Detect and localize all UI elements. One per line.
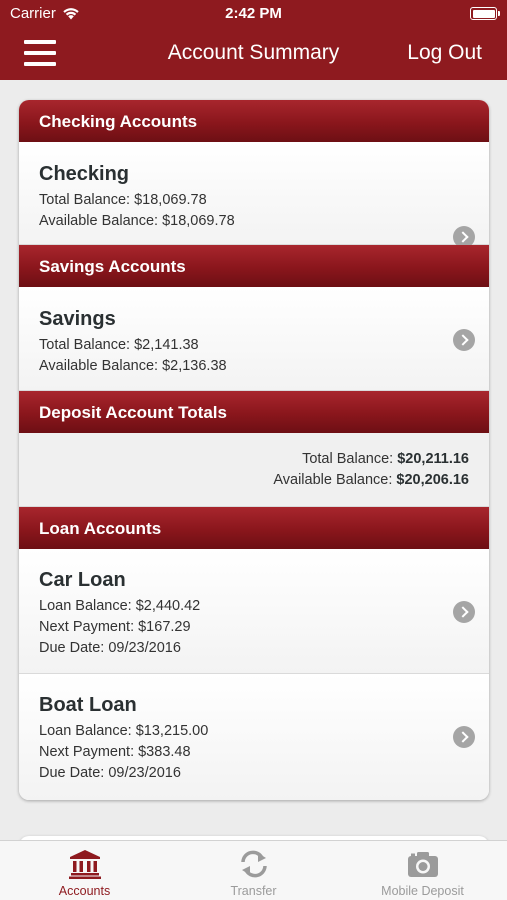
due-date: Due Date: 09/23/2016 <box>39 765 181 781</box>
available-balance: Available Balance: $2,136.38 <box>39 358 227 374</box>
section-header-totals: Deposit Account Totals <box>19 391 489 433</box>
account-row-boat-loan[interactable]: Boat Loan Loan Balance: $13,215.00 Next … <box>19 674 489 800</box>
accounts-card: Checking Accounts Checking Total Balance… <box>19 100 489 800</box>
totals-available-balance: Available Balance: $20,206.16 <box>273 472 469 488</box>
total-balance-value: $20,211.16 <box>397 451 469 467</box>
tab-label: Mobile Deposit <box>381 884 464 898</box>
account-row-car-loan[interactable]: Car Loan Loan Balance: $2,440.42 Next Pa… <box>19 549 489 674</box>
next-payment: Next Payment: $383.48 <box>39 744 191 760</box>
bank-icon <box>68 850 101 879</box>
tab-transfer[interactable]: Transfer <box>169 841 338 900</box>
chevron-right-icon[interactable] <box>453 329 475 351</box>
chevron-right-icon[interactable] <box>453 601 475 623</box>
total-balance-label: Total Balance: <box>302 451 394 467</box>
section-header-savings: Savings Accounts <box>19 245 489 287</box>
loan-name: Boat Loan <box>39 694 137 716</box>
tab-label: Accounts <box>58 884 111 898</box>
available-balance: Available Balance: $18,069.78 <box>39 213 235 229</box>
camera-icon <box>407 852 438 877</box>
available-balance-label: Available Balance: <box>273 472 393 488</box>
tab-accounts[interactable]: Accounts <box>0 841 169 900</box>
due-date: Due Date: 09/23/2016 <box>39 640 181 656</box>
transfer-icon <box>240 850 267 878</box>
section-header-loans: Loan Accounts <box>19 507 489 549</box>
next-payment: Next Payment: $167.29 <box>39 619 191 635</box>
loan-balance: Loan Balance: $13,215.00 <box>39 723 209 739</box>
totals-total-balance: Total Balance: $20,211.16 <box>302 451 469 467</box>
deposit-totals: Total Balance: $20,211.16 Available Bala… <box>19 433 489 507</box>
account-name: Savings <box>39 308 116 330</box>
chevron-right-icon[interactable] <box>453 726 475 748</box>
account-name: Checking <box>39 163 130 185</box>
account-row-savings[interactable]: Savings Total Balance: $2,141.38 Availab… <box>19 287 489 391</box>
battery-icon <box>470 7 500 20</box>
loan-balance: Loan Balance: $2,440.42 <box>39 598 201 614</box>
tab-mobile-deposit[interactable]: Mobile Deposit <box>338 841 507 900</box>
logout-button[interactable]: Log Out <box>407 41 482 65</box>
available-balance-value: $20,206.16 <box>396 472 469 488</box>
account-row-checking[interactable]: Checking Total Balance: $18,069.78 Avail… <box>19 142 489 248</box>
total-balance: Total Balance: $18,069.78 <box>39 192 207 208</box>
clock: 2:42 PM <box>225 5 282 22</box>
loan-name: Car Loan <box>39 569 126 591</box>
status-bar: Carrier 2:42 PM <box>0 0 507 28</box>
tab-bar: Accounts Transfer Mobile Deposit <box>0 840 507 900</box>
nav-bar: Account Summary Log Out <box>0 28 507 80</box>
tab-label: Transfer <box>230 884 277 898</box>
section-header-checking: Checking Accounts <box>19 100 489 142</box>
total-balance: Total Balance: $2,141.38 <box>39 337 199 353</box>
